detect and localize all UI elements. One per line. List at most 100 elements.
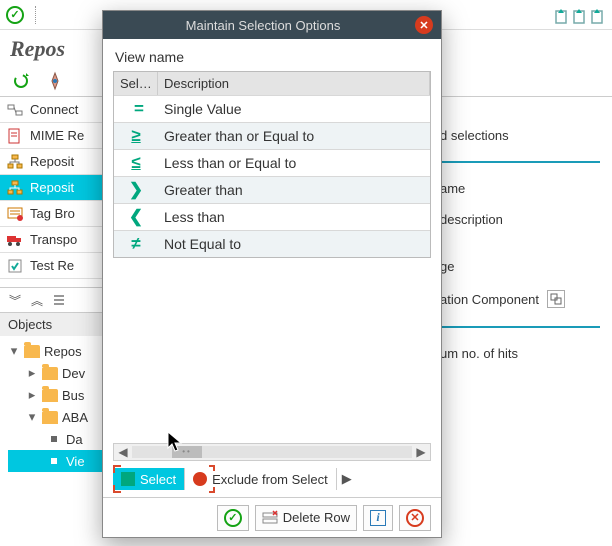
tab-select[interactable]: Select: [113, 468, 185, 490]
option-label: Less than: [158, 209, 430, 225]
scroll-thumb[interactable]: [172, 446, 202, 458]
less-than-icon: ❮: [114, 207, 158, 227]
option-label: Single Value: [158, 101, 430, 117]
ok-button[interactable]: ✓: [217, 505, 249, 531]
tree-label: Da: [66, 432, 83, 447]
hierarchy-icon: [6, 153, 24, 171]
doc-up-icon[interactable]: [590, 5, 606, 25]
tree-label: ABA: [62, 410, 88, 425]
options-table: Sel… Description = Single Value ≥ Greate…: [113, 71, 431, 258]
option-label: Less than or Equal to: [158, 155, 430, 171]
cancel-icon: ✕: [406, 509, 424, 527]
value-help-icon[interactable]: [547, 290, 565, 308]
option-row-single-value[interactable]: = Single Value: [114, 95, 430, 122]
folder-icon: [42, 389, 58, 402]
separator: [30, 6, 36, 24]
option-row-le[interactable]: ≤ Less than or Equal to: [114, 149, 430, 176]
selection-options-dialog: Maintain Selection Options ✕ View name S…: [102, 10, 442, 538]
right-panel-labels: d selections ame description ge ation Co…: [440, 120, 600, 369]
field-label: description: [440, 204, 600, 235]
table-header-row: Sel… Description: [114, 72, 430, 95]
exclude-dot-icon: [193, 472, 207, 486]
tab-label: Exclude from Select: [212, 472, 328, 487]
delete-row-button[interactable]: Delete Row: [255, 505, 357, 531]
button-label: Delete Row: [283, 510, 350, 525]
view-name-label: View name: [113, 47, 431, 71]
less-equal-icon: ≤: [114, 153, 158, 173]
equals-icon: =: [114, 99, 158, 119]
expand-icon[interactable]: ▾: [26, 409, 38, 425]
delete-row-icon: [262, 510, 278, 526]
refresh-icon[interactable]: [10, 70, 32, 92]
tree-label: Repos: [44, 344, 82, 359]
nav-label: Reposit: [30, 154, 74, 169]
bullet-icon: [51, 436, 57, 442]
option-label: Not Equal to: [158, 236, 430, 252]
tree-label: Vie: [66, 454, 85, 469]
nav-label: Tag Bro: [30, 206, 75, 221]
doc-up-icon[interactable]: [554, 5, 570, 25]
col-header-description[interactable]: Description: [158, 72, 430, 95]
field-label: d selections: [440, 120, 600, 151]
tab-exclude[interactable]: Exclude from Select: [185, 468, 337, 490]
tree-label: Bus: [62, 388, 84, 403]
nav-label: Transpo: [30, 232, 77, 247]
separator: [440, 161, 600, 163]
info-button[interactable]: i: [363, 505, 393, 531]
option-label: Greater than or Equal to: [158, 128, 430, 144]
doc-icon: [6, 127, 24, 145]
option-row-gt[interactable]: ❯ Greater than: [114, 176, 430, 203]
expand-icon[interactable]: ▾: [8, 343, 20, 359]
check-icon[interactable]: ✓: [6, 6, 24, 24]
dialog-titlebar[interactable]: Maintain Selection Options ✕: [103, 11, 441, 39]
separator: [440, 326, 600, 328]
field-label: ation Component: [440, 292, 539, 307]
test-icon: [6, 257, 24, 275]
field-label: ge: [440, 251, 600, 282]
chevrons-down-icon[interactable]: ︾: [6, 291, 24, 309]
list-icon[interactable]: [50, 291, 68, 309]
tag-icon: [6, 205, 24, 223]
field-label: ame: [440, 173, 600, 204]
cancel-button[interactable]: ✕: [399, 505, 431, 531]
scroll-track[interactable]: [132, 446, 412, 458]
include-exclude-tabs: Select Exclude from Select ▶: [113, 467, 431, 491]
tree-label: Dev: [62, 366, 85, 381]
folder-icon: [24, 345, 40, 358]
option-row-ne[interactable]: ≠ Not Equal to: [114, 230, 430, 257]
expand-icon[interactable]: ▸: [26, 365, 38, 381]
folder-icon: [42, 411, 58, 424]
nav-label: Connect: [30, 102, 78, 117]
check-icon: ✓: [224, 509, 242, 527]
dialog-footer: ✓ Delete Row i ✕: [103, 497, 441, 537]
more-tabs-icon[interactable]: ▶: [337, 471, 357, 487]
col-header-sel[interactable]: Sel…: [114, 72, 158, 95]
bullet-icon: [51, 458, 57, 464]
horizontal-scrollbar[interactable]: ◀ ▶: [113, 443, 431, 461]
hierarchy-icon: [6, 179, 24, 197]
doc-triplet-icons: [554, 5, 606, 25]
greater-equal-icon: ≥: [114, 126, 158, 146]
field-label: um no. of hits: [440, 338, 600, 369]
option-row-lt[interactable]: ❮ Less than: [114, 203, 430, 230]
tab-label: Select: [140, 472, 176, 487]
nav-label: Test Re: [30, 258, 74, 273]
nav-label: Reposit: [30, 180, 74, 195]
compass-icon[interactable]: [44, 70, 66, 92]
not-equal-icon: ≠: [114, 234, 158, 254]
option-row-ge[interactable]: ≥ Greater than or Equal to: [114, 122, 430, 149]
close-icon[interactable]: ✕: [415, 16, 433, 34]
scroll-right-icon[interactable]: ▶: [412, 445, 430, 459]
scroll-left-icon[interactable]: ◀: [114, 445, 132, 459]
nav-label: MIME Re: [30, 128, 84, 143]
greater-than-icon: ❯: [114, 180, 158, 200]
doc-up-icon[interactable]: [572, 5, 588, 25]
truck-icon: [6, 231, 24, 249]
expand-icon[interactable]: ▸: [26, 387, 38, 403]
info-icon: i: [370, 510, 386, 526]
dialog-title: Maintain Selection Options: [111, 18, 415, 33]
chevrons-up-icon[interactable]: ︽: [28, 291, 46, 309]
connection-icon: [6, 101, 24, 119]
folder-icon: [42, 367, 58, 380]
include-square-icon: [121, 472, 135, 486]
